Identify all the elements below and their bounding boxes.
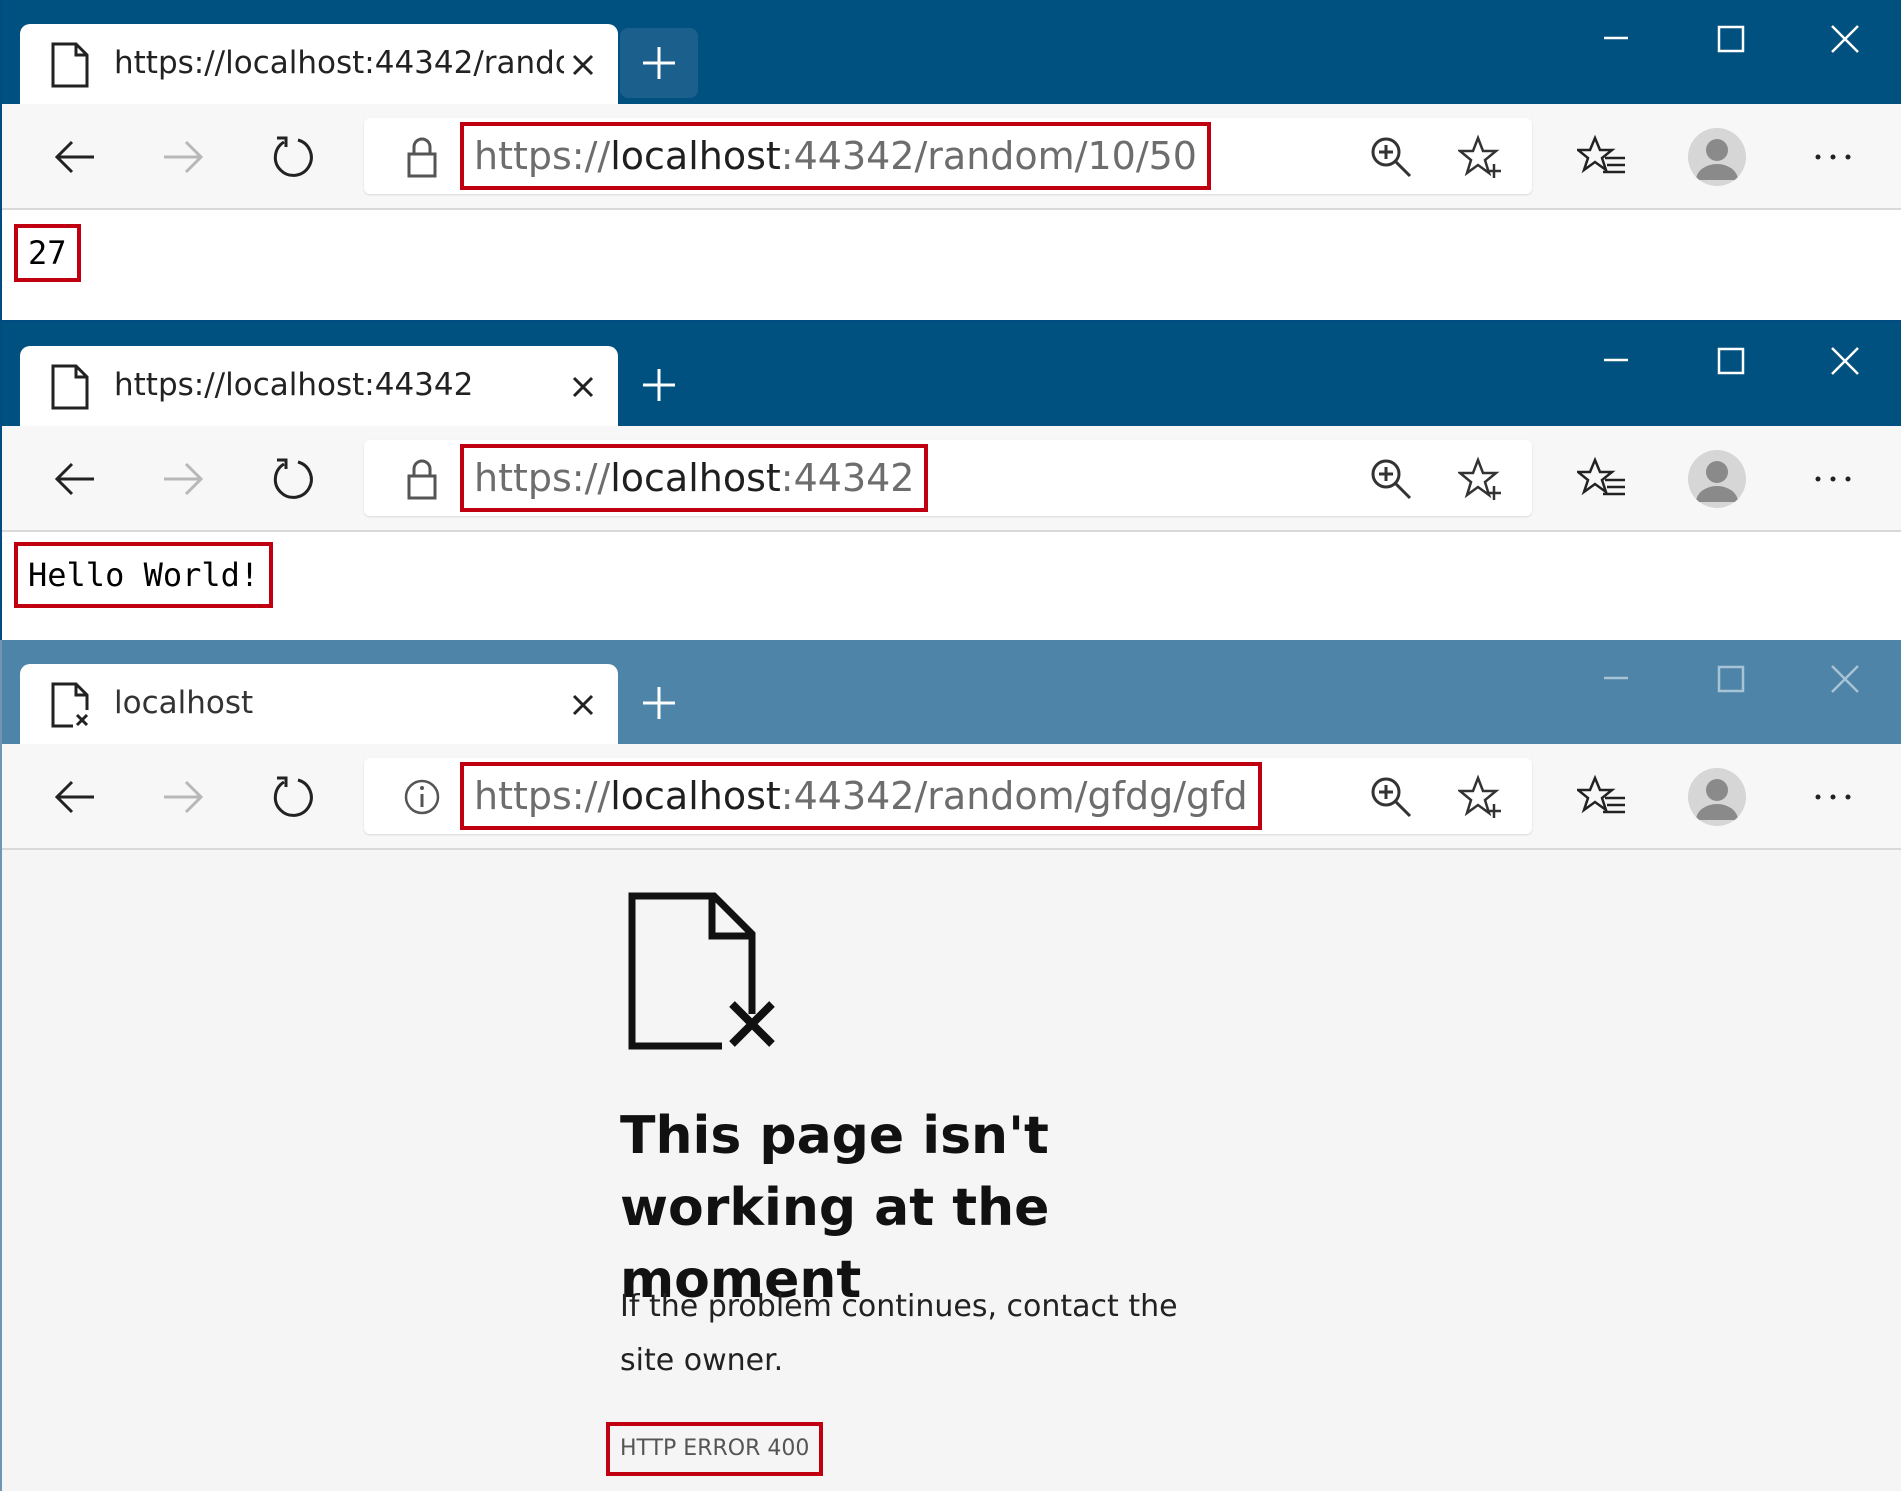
avatar-glyph	[1696, 779, 1738, 820]
tab-title: https://localhost:44342	[114, 367, 474, 403]
title-bar: https://localhost:44342/random/	[2, 0, 1901, 104]
url-text[interactable]: https://localhost:44342/random/10/50	[460, 122, 1211, 190]
lock-icon[interactable]	[402, 136, 442, 178]
back-arrow-icon[interactable]	[50, 454, 100, 504]
tab-title: localhost	[114, 685, 254, 721]
forward-arrow-icon[interactable]	[158, 132, 208, 182]
favorites-icon[interactable]	[1577, 454, 1627, 504]
info-icon[interactable]	[402, 776, 442, 818]
back-arrow-icon[interactable]	[50, 772, 100, 822]
browser-window-error: localhost https://localhost:44342/random…	[0, 640, 1901, 1491]
maximize-icon[interactable]	[1690, 660, 1770, 700]
plus-icon	[643, 687, 675, 719]
favorites-icon[interactable]	[1577, 772, 1627, 822]
page-icon	[51, 364, 89, 410]
toolbar: https://localhost:44342/random/10/50	[2, 104, 1901, 210]
minimize-icon[interactable]	[1576, 342, 1656, 382]
plus-icon	[643, 47, 675, 79]
browser-tab[interactable]: https://localhost:44342/random/	[20, 24, 618, 104]
url-text[interactable]: https://localhost:44342/random/gfdg/gfd	[460, 762, 1262, 830]
plus-icon	[643, 369, 675, 401]
minimize-icon[interactable]	[1576, 20, 1656, 60]
page-icon	[51, 42, 89, 88]
page-content: Hello World!	[2, 532, 1901, 640]
url-path: :44342/random/10/50	[780, 134, 1197, 178]
page-error-icon	[51, 682, 89, 728]
url-host: localhost	[610, 134, 781, 178]
avatar-icon[interactable]	[1688, 128, 1746, 186]
page-content: 27	[2, 210, 1901, 320]
new-tab-button[interactable]	[620, 350, 698, 420]
browser-window-random: https://localhost:44342/random/ https://…	[0, 0, 1901, 320]
url-host: localhost	[610, 774, 781, 818]
minimize-icon[interactable]	[1576, 660, 1656, 700]
favorites-icon[interactable]	[1577, 132, 1627, 182]
add-favorite-icon[interactable]	[1458, 134, 1504, 180]
more-icon[interactable]	[1808, 772, 1858, 822]
avatar-icon[interactable]	[1688, 450, 1746, 508]
lock-icon[interactable]	[402, 458, 442, 500]
address-bar[interactable]: https://localhost:44342	[364, 440, 1532, 516]
reload-icon[interactable]	[268, 772, 318, 822]
title-bar: localhost	[2, 640, 1901, 744]
error-description: If the problem continues, contact the si…	[620, 1289, 1178, 1378]
close-window-icon[interactable]	[1804, 20, 1884, 60]
more-icon[interactable]	[1808, 454, 1858, 504]
zoom-icon[interactable]	[1368, 774, 1414, 820]
url-path: :44342/random/gfdg/gfd	[780, 774, 1248, 818]
url-host: localhost	[610, 456, 781, 500]
avatar-icon[interactable]	[1688, 768, 1746, 826]
add-favorite-icon[interactable]	[1458, 774, 1504, 820]
forward-arrow-icon[interactable]	[158, 454, 208, 504]
url-text[interactable]: https://localhost:44342	[460, 444, 929, 512]
url-path: :44342	[780, 456, 915, 500]
new-tab-button[interactable]	[620, 668, 698, 738]
maximize-icon[interactable]	[1690, 342, 1770, 382]
address-bar[interactable]: https://localhost:44342/random/gfdg/gfd	[364, 758, 1532, 834]
reload-icon[interactable]	[268, 132, 318, 182]
close-window-icon[interactable]	[1804, 660, 1884, 700]
avatar-glyph	[1696, 139, 1738, 180]
url-scheme: https://	[474, 774, 611, 818]
title-bar: https://localhost:44342	[2, 322, 1901, 426]
error-code: HTTP ERROR 400	[606, 1422, 824, 1476]
toolbar: https://localhost:44342/random/gfdg/gfd	[2, 744, 1901, 850]
maximize-icon[interactable]	[1690, 20, 1770, 60]
more-icon[interactable]	[1808, 132, 1858, 182]
close-icon[interactable]	[568, 690, 598, 720]
avatar-glyph	[1696, 461, 1738, 502]
browser-tab[interactable]: https://localhost:44342	[20, 346, 618, 426]
response-text: 27	[14, 224, 81, 282]
zoom-icon[interactable]	[1368, 456, 1414, 502]
close-icon[interactable]	[568, 372, 598, 402]
error-page: This page isn't working at the moment If…	[2, 850, 1901, 1491]
browser-window-hello: https://localhost:44342 https://localhos…	[0, 320, 1901, 640]
close-window-icon[interactable]	[1804, 342, 1884, 382]
browser-tab[interactable]: localhost	[20, 664, 618, 744]
url-scheme: https://	[474, 456, 611, 500]
page-error-icon	[628, 892, 775, 1050]
forward-arrow-icon[interactable]	[158, 772, 208, 822]
close-icon[interactable]	[568, 50, 598, 80]
reload-icon[interactable]	[268, 454, 318, 504]
zoom-icon[interactable]	[1368, 134, 1414, 180]
tab-title: https://localhost:44342/random/	[114, 45, 564, 81]
address-bar[interactable]: https://localhost:44342/random/10/50	[364, 118, 1532, 194]
url-scheme: https://	[474, 134, 611, 178]
back-arrow-icon[interactable]	[50, 132, 100, 182]
toolbar: https://localhost:44342	[2, 426, 1901, 532]
new-tab-button[interactable]	[620, 28, 698, 98]
add-favorite-icon[interactable]	[1458, 456, 1504, 502]
response-text: Hello World!	[14, 542, 274, 608]
